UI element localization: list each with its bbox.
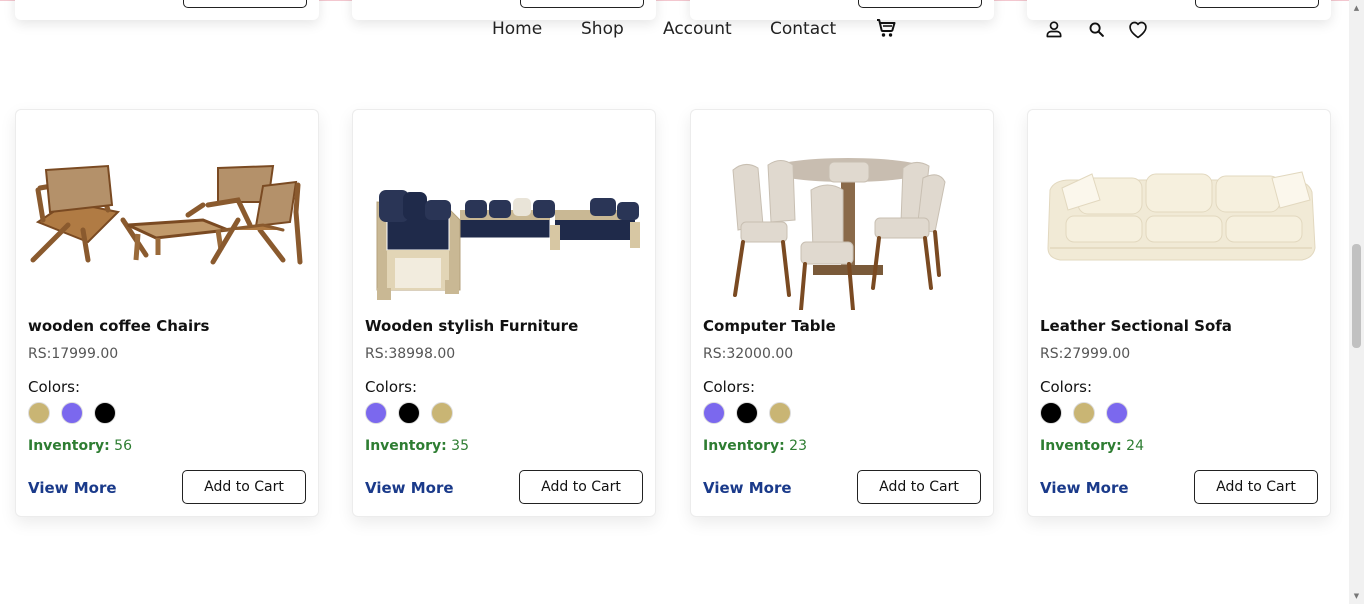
color-swatches: [703, 402, 791, 424]
inventory-status: Inventory: 24: [1040, 438, 1144, 454]
scroll-down-arrow-icon[interactable]: ▼: [1352, 592, 1361, 600]
color-swatches: [365, 402, 453, 424]
product-price: RS:38998.00: [365, 346, 456, 362]
inventory-count: 56: [114, 438, 132, 454]
color-swatch-purple[interactable]: [61, 402, 83, 424]
add-to-cart-button[interactable]: Add to Cart: [857, 470, 981, 504]
nav-account[interactable]: Account: [663, 19, 732, 39]
product-image[interactable]: [1040, 130, 1320, 310]
color-swatch-black[interactable]: [736, 402, 758, 424]
view-more-link[interactable]: View More: [365, 479, 454, 497]
view-more-link[interactable]: View More: [1040, 479, 1129, 497]
product-title: wooden coffee Chairs: [28, 317, 210, 335]
product-title: Leather Sectional Sofa: [1040, 317, 1232, 335]
colors-label: Colors:: [28, 378, 81, 396]
inventory-status: Inventory: 56: [28, 438, 132, 454]
color-swatch-gold[interactable]: [769, 402, 791, 424]
view-more-link[interactable]: View More: [703, 479, 792, 497]
heart-icon[interactable]: [1128, 20, 1148, 39]
product-image[interactable]: [28, 130, 308, 310]
product-card: Computer Table RS:32000.00 Colors: Inven…: [690, 109, 994, 517]
product-title: Wooden stylish Furniture: [365, 317, 579, 335]
inventory-label: Inventory:: [1040, 438, 1122, 454]
color-swatch-black[interactable]: [398, 402, 420, 424]
color-swatch-black[interactable]: [1040, 402, 1062, 424]
nav-shop[interactable]: Shop: [581, 19, 624, 39]
color-swatch-purple[interactable]: [1106, 402, 1128, 424]
colors-label: Colors:: [703, 378, 756, 396]
color-swatch-purple[interactable]: [703, 402, 725, 424]
product-image[interactable]: [703, 130, 983, 310]
product-price: RS:17999.00: [28, 346, 119, 362]
cart-icon[interactable]: [874, 16, 898, 40]
vertical-scrollbar[interactable]: ▲ ▼: [1349, 0, 1364, 604]
color-swatch-black[interactable]: [94, 402, 116, 424]
inventory-label: Inventory:: [28, 438, 110, 454]
nav-home[interactable]: Home: [492, 19, 542, 39]
inventory-count: 24: [1126, 438, 1144, 454]
user-icon[interactable]: [1044, 19, 1064, 39]
inventory-label: Inventory:: [703, 438, 785, 454]
color-swatch-gold[interactable]: [1073, 402, 1095, 424]
inventory-count: 35: [451, 438, 469, 454]
nav-contact[interactable]: Contact: [770, 19, 836, 39]
color-swatch-gold[interactable]: [431, 402, 453, 424]
scroll-thumb[interactable]: [1352, 244, 1361, 348]
color-swatches: [28, 402, 116, 424]
inventory-count: 23: [789, 438, 807, 454]
color-swatch-gold[interactable]: [28, 402, 50, 424]
inventory-status: Inventory: 35: [365, 438, 469, 454]
product-price: RS:32000.00: [703, 346, 794, 362]
color-swatches: [1040, 402, 1128, 424]
inventory-status: Inventory: 23: [703, 438, 807, 454]
add-to-cart-button[interactable]: Add to Cart: [182, 470, 306, 504]
color-swatch-purple[interactable]: [365, 402, 387, 424]
product-card: Leather Sectional Sofa RS:27999.00 Color…: [1027, 109, 1331, 517]
product-title: Computer Table: [703, 317, 836, 335]
inventory-label: Inventory:: [365, 438, 447, 454]
scroll-up-arrow-icon[interactable]: ▲: [1352, 4, 1361, 12]
add-to-cart-button[interactable]: Add to Cart: [519, 470, 643, 504]
product-card: wooden coffee Chairs RS:17999.00 Colors:…: [15, 109, 319, 517]
view-more-link[interactable]: View More: [28, 479, 117, 497]
product-card: Wooden stylish Furniture RS:38998.00 Col…: [352, 109, 656, 517]
add-to-cart-button[interactable]: Add to Cart: [1194, 470, 1318, 504]
product-image[interactable]: [365, 130, 645, 310]
search-icon[interactable]: [1088, 21, 1105, 38]
colors-label: Colors:: [1040, 378, 1093, 396]
top-navigation: Home Shop Account Contact: [0, 0, 1349, 60]
colors-label: Colors:: [365, 378, 418, 396]
product-price: RS:27999.00: [1040, 346, 1131, 362]
